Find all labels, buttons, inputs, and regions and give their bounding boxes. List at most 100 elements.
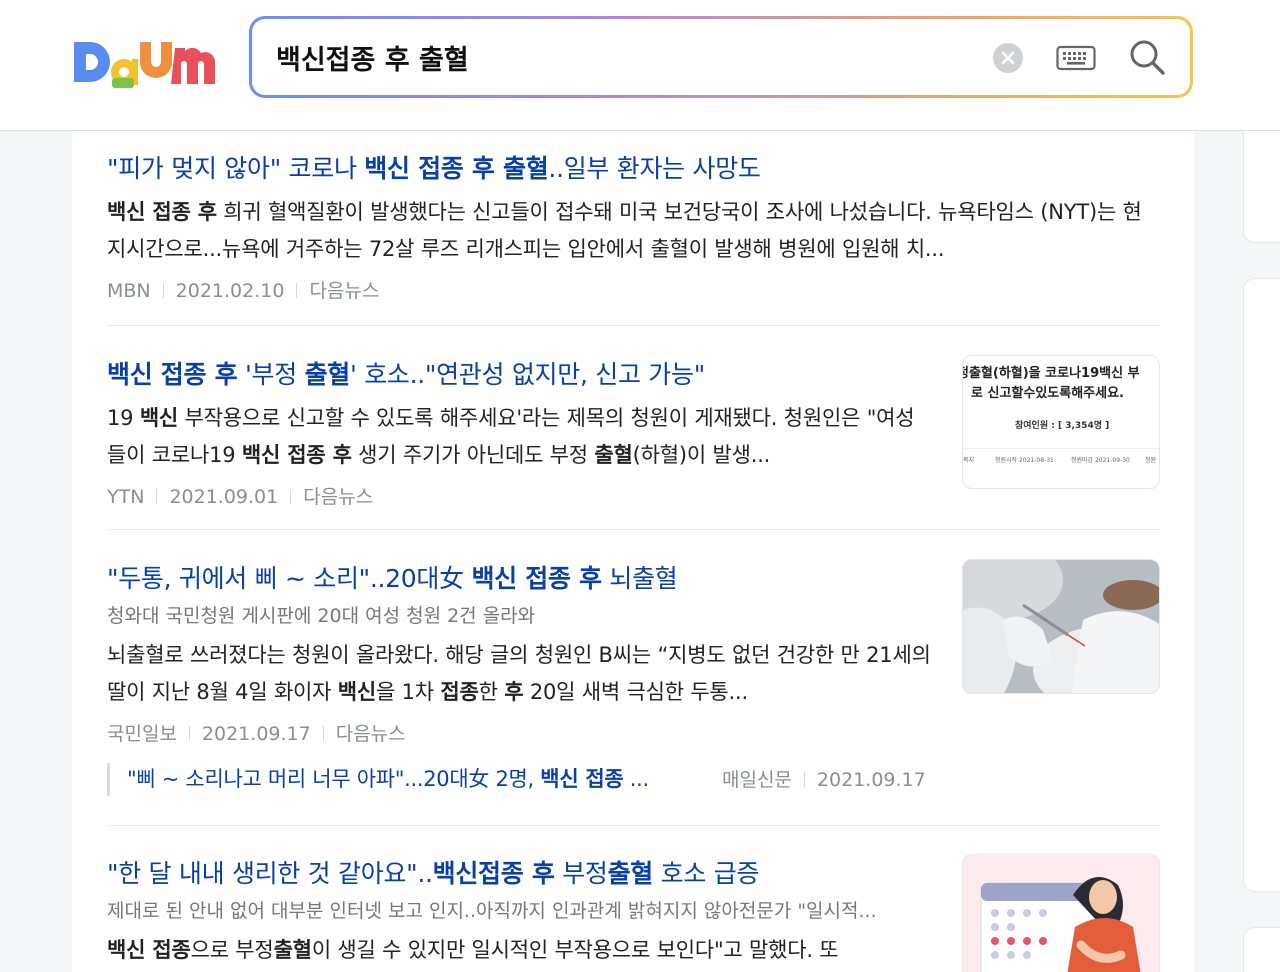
text-segment: 20일 새벽 극심한 두통...	[523, 680, 748, 704]
related-news-title[interactable]: "삐 ~ 소리나고 머리 너무 아파"...20대女 2명, 백신 접종 ...	[127, 767, 649, 791]
related-news-item[interactable]: "삐 ~ 소리나고 머리 너무 아파"...20대女 2명, 백신 접종 ...…	[107, 763, 926, 796]
news-source[interactable]: 국민일보	[107, 723, 177, 745]
text-segment: 한	[478, 680, 505, 704]
text-segment: "삐 ~ 소리나고 머리 너무 아파"...20대女 2명,	[127, 767, 541, 791]
thumb-divider	[963, 448, 1159, 449]
highlighted-keyword: 출혈	[304, 360, 351, 389]
news-thumbnail[interactable]: 정출혈(하혈)을 코로나19백신 부 로 신고할수있도록해주세요. 참여인원 :…	[962, 355, 1160, 489]
meta-divider	[188, 726, 190, 741]
highlighted-keyword: 출혈	[273, 938, 312, 962]
meta-divider	[322, 726, 324, 741]
text-segment: 호소 급증	[653, 859, 760, 888]
related-news-meta: 매일신문 2021.09.17	[722, 765, 926, 792]
highlighted-keyword: 백신 접종	[540, 767, 624, 791]
header	[0, 0, 1280, 131]
news-platform[interactable]: 다음뉴스	[303, 486, 373, 508]
news-title[interactable]: 백신 접종 후 '부정 출혈' 호소.."연관성 없지만, 신고 가능"	[107, 355, 705, 391]
clear-search-button[interactable]	[993, 43, 1023, 73]
thumb-start: 청원시작 2021-08-31	[995, 457, 1054, 464]
close-icon	[1001, 51, 1015, 65]
thumb-end: 청원마감 2021-09-30	[1071, 457, 1130, 464]
keyboard-button[interactable]	[1056, 43, 1096, 73]
news-date: 2021.02.10	[175, 280, 285, 302]
highlighted-keyword: 백신 접종 후	[107, 360, 238, 389]
highlighted-keyword: 백신 접종	[107, 938, 191, 962]
news-item: "두통, 귀에서 삐 ~ 소리"..20대女 백신 접종 후 뇌출혈 청와대 국…	[107, 559, 1160, 799]
text-segment: 희귀 혈액질환이 발생했다는 신고들이 접수돼 미국 보건당국이 조사에 나섰습…	[107, 200, 1142, 261]
news-results: "피가 멎지 않아" 코로나 백신 접종 후 출혈..일부 환자는 사망도 백신…	[72, 131, 1194, 972]
highlighted-keyword: 출혈	[594, 443, 633, 467]
highlighted-keyword: 백신	[337, 680, 377, 704]
text-segment: (하혈)이 발생...	[632, 443, 771, 467]
news-subtitle: 청와대 국민청원 게시판에 20대 여성 청원 2건 올라와	[107, 605, 536, 627]
news-meta: YTN 2021.09.01 다음뉴스	[107, 482, 373, 509]
thumb-edge-left: 목지	[963, 457, 975, 464]
search-icon	[1130, 40, 1165, 75]
thumb-participants: 참여인원 : [ 3,354명 ]	[1015, 421, 1110, 431]
highlighted-keyword: 백신 접종 후 출혈	[364, 154, 549, 183]
text-segment: '부정	[237, 360, 305, 389]
news-item: "한 달 내내 생리한 것 같아요"..백신접종 후 부정출혈 호소 급증 제대…	[107, 854, 1160, 972]
search-input[interactable]	[276, 37, 966, 77]
search-box-inner	[252, 19, 1190, 95]
side-panel-card	[1243, 120, 1280, 243]
news-item: "피가 멎지 않아" 코로나 백신 접종 후 출혈..일부 환자는 사망도 백신…	[107, 149, 1160, 309]
meta-divider	[290, 489, 292, 504]
text-segment: 생기 주기가 아닌데도 부정	[351, 443, 595, 467]
related-news-source[interactable]: 매일신문	[722, 769, 792, 791]
news-source[interactable]: MBN	[107, 280, 151, 302]
news-title[interactable]: "두통, 귀에서 삐 ~ 소리"..20대女 백신 접종 후 뇌출혈	[107, 559, 678, 595]
news-thumbnail[interactable]	[962, 854, 1160, 972]
text-segment: "두통, 귀에서 삐 ~ 소리"..20대女	[107, 564, 472, 593]
news-subtitle: 제대로 된 안내 없어 대부분 인터넷 보고 인지..아직까지 인과관계 밝혀지…	[107, 900, 877, 922]
text-segment: "한 달 내내 생리한 것 같아요"..	[107, 859, 433, 888]
news-description: 백신 접종 후 희귀 혈액질환이 발생했다는 신고들이 접수돼 미국 보건당국이…	[107, 194, 1160, 268]
meta-divider	[162, 283, 164, 298]
highlighted-keyword: 백신접종 후	[432, 859, 555, 888]
highlighted-keyword: 백신 접종 후	[471, 564, 602, 593]
highlighted-keyword: 출혈	[607, 859, 654, 888]
divider	[107, 825, 1160, 826]
text-segment: 뇌출혈	[601, 564, 678, 593]
news-description: 백신 접종으로 부정출혈이 생길 수 있지만 일시적인 부작용으로 보인다"고 …	[107, 932, 932, 972]
meta-divider	[803, 772, 805, 787]
news-platform[interactable]: 다음뉴스	[309, 280, 379, 302]
text-segment: "피가 멎지 않아" 코로나	[107, 154, 365, 183]
news-title[interactable]: "한 달 내내 생리한 것 같아요"..백신접종 후 부정출혈 호소 급증	[107, 854, 759, 890]
news-item: 백신 접종 후 '부정 출혈' 호소.."연관성 없지만, 신고 가능" 19 …	[107, 355, 1160, 515]
news-date: 2021.09.17	[201, 723, 311, 745]
news-description: 뇌출혈로 쓰러졌다는 청원이 올라왔다. 해당 글의 청원인 B씨는 “지병도 …	[107, 637, 932, 711]
news-thumbnail[interactable]	[962, 559, 1160, 694]
divider	[107, 529, 1160, 530]
news-meta: 국민일보 2021.09.17 다음뉴스	[107, 719, 406, 746]
meta-divider	[156, 489, 158, 504]
text-segment: ..일부 환자는 사망도	[548, 154, 761, 183]
divider	[107, 325, 1160, 326]
highlighted-keyword: 백신 접종 후	[241, 443, 352, 467]
text-segment: 을 1차	[376, 680, 441, 704]
highlighted-keyword: 접종	[440, 680, 479, 704]
vaccine-photo	[963, 560, 1159, 693]
meta-divider	[296, 283, 298, 298]
text-segment: ...	[623, 767, 649, 791]
daum-logo[interactable]	[72, 32, 217, 90]
news-description: 19 백신 부작용으로 신고할 수 있도록 해주세요'라는 제목의 청원이 게재…	[107, 400, 932, 474]
search-box	[249, 16, 1193, 98]
highlighted-keyword: 백신	[139, 406, 179, 430]
side-panel-card	[1243, 927, 1280, 972]
news-platform[interactable]: 다음뉴스	[336, 723, 406, 745]
search-button[interactable]	[1127, 37, 1167, 77]
related-news-date: 2021.09.17	[816, 769, 926, 791]
highlighted-keyword: 후	[504, 680, 524, 704]
news-source[interactable]: YTN	[107, 486, 144, 508]
news-date: 2021.09.01	[169, 486, 279, 508]
side-panel-card	[1243, 278, 1280, 892]
period-illustration	[963, 855, 1159, 972]
text-segment: 으로 부정	[190, 938, 274, 962]
text-segment: 부정	[554, 859, 608, 888]
text-segment: 이 생길 수 있지만 일시적인 부작용으로 보인다"고 말했다. 또	[311, 938, 839, 962]
news-meta: MBN 2021.02.10 다음뉴스	[107, 276, 379, 303]
thumb-edge-right: 청원	[1145, 457, 1157, 464]
news-title[interactable]: "피가 멎지 않아" 코로나 백신 접종 후 출혈..일부 환자는 사망도	[107, 149, 761, 185]
text-segment: 19	[107, 406, 140, 430]
